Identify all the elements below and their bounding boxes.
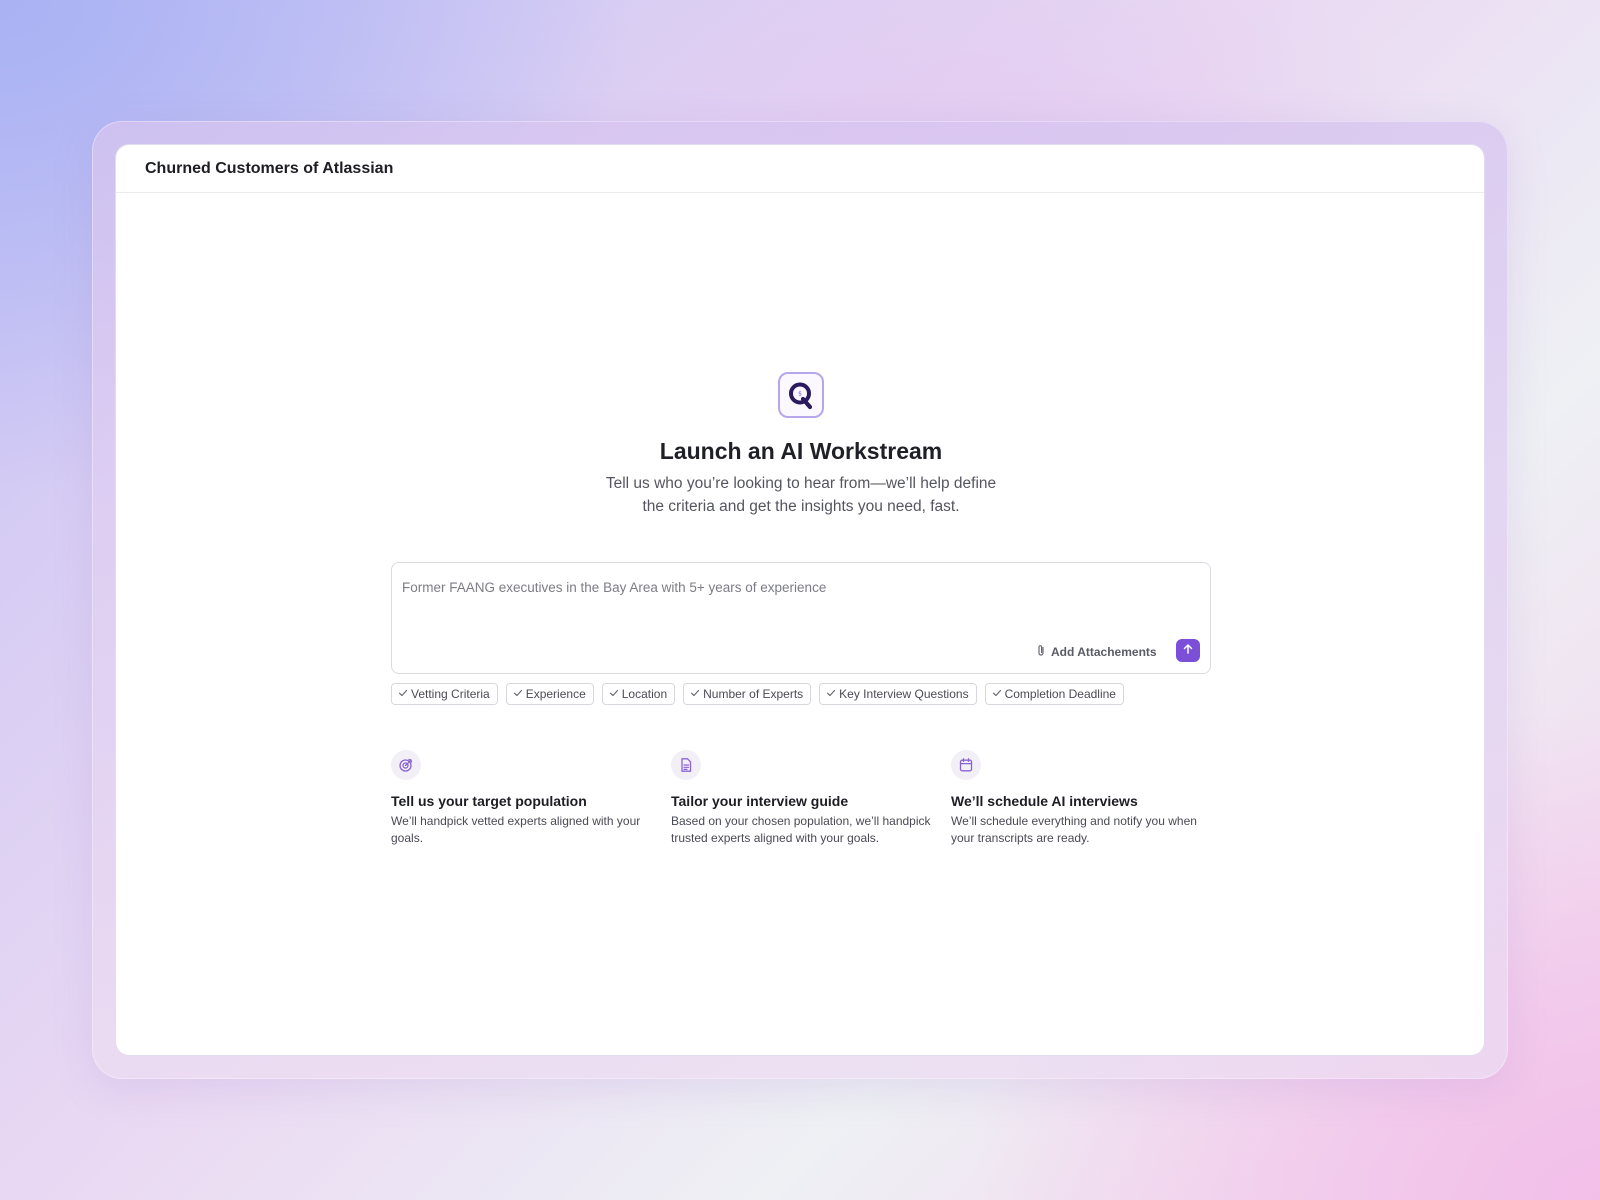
feature-title: We’ll schedule AI interviews bbox=[951, 793, 1138, 809]
feature-target-population: Tell us your target population We’ll han… bbox=[391, 750, 671, 847]
send-button[interactable] bbox=[1176, 639, 1200, 662]
check-icon bbox=[690, 687, 700, 701]
chip-label: Experience bbox=[525, 687, 586, 701]
feature-description: We’ll schedule everything and notify you… bbox=[951, 814, 1197, 845]
document-icon bbox=[671, 750, 701, 780]
feature-interview-guide: Tailor your interview guide Based on you… bbox=[671, 750, 951, 847]
check-icon bbox=[992, 687, 1002, 701]
window-title: Churned Customers of Atlassian bbox=[145, 159, 394, 177]
check-icon bbox=[513, 687, 523, 701]
check-icon bbox=[609, 687, 619, 701]
feature-description: Based on your chosen population, we’ll h… bbox=[671, 814, 931, 845]
chip-label: Completion Deadline bbox=[1004, 687, 1116, 701]
feature-schedule-interviews: We’ll schedule AI interviews We’ll sched… bbox=[951, 750, 1231, 847]
feature-title: Tailor your interview guide bbox=[671, 793, 849, 809]
chip-number-of-experts[interactable]: Number of Experts bbox=[683, 683, 812, 705]
q-logo-icon: $ bbox=[778, 372, 824, 418]
feature-list: Tell us your target population We’ll han… bbox=[391, 750, 1231, 847]
chip-label: Number of Experts bbox=[703, 687, 804, 701]
check-icon bbox=[398, 687, 408, 701]
prompt-input[interactable] bbox=[402, 575, 1182, 599]
feature-description: We’ll handpick vetted experts aligned wi… bbox=[391, 814, 641, 845]
chip-vetting-criteria[interactable]: Vetting Criteria bbox=[391, 683, 498, 705]
chip-key-interview-questions[interactable]: Key Interview Questions bbox=[819, 683, 977, 705]
target-icon bbox=[391, 750, 421, 780]
chip-label: Location bbox=[621, 687, 668, 701]
calendar-icon bbox=[951, 750, 981, 780]
chip-experience[interactable]: Experience bbox=[505, 683, 594, 705]
add-attachments-button[interactable]: Add Attachements bbox=[1036, 642, 1157, 662]
paperclip-icon bbox=[1036, 644, 1046, 660]
add-attachments-label: Add Attachements bbox=[1051, 645, 1157, 659]
feature-title: Tell us your target population bbox=[391, 793, 587, 809]
arrow-up-icon bbox=[1182, 642, 1194, 660]
check-icon bbox=[826, 687, 836, 701]
page-subtitle: Tell us who you’re looking to hear from—… bbox=[605, 475, 997, 515]
chip-location[interactable]: Location bbox=[601, 683, 676, 705]
criteria-chips: Vetting Criteria Experience Location Num… bbox=[391, 683, 1124, 705]
chip-label: Vetting Criteria bbox=[411, 687, 490, 701]
svg-text:$: $ bbox=[798, 391, 802, 398]
chip-completion-deadline[interactable]: Completion Deadline bbox=[984, 683, 1124, 705]
prompt-box: Add Attachements bbox=[391, 562, 1211, 674]
window-header: Churned Customers of Atlassian bbox=[116, 145, 1484, 193]
chip-label: Key Interview Questions bbox=[839, 687, 969, 701]
app-window: Churned Customers of Atlassian $ Launch … bbox=[115, 144, 1485, 1056]
page-title: Launch an AI Workstream bbox=[659, 438, 943, 464]
